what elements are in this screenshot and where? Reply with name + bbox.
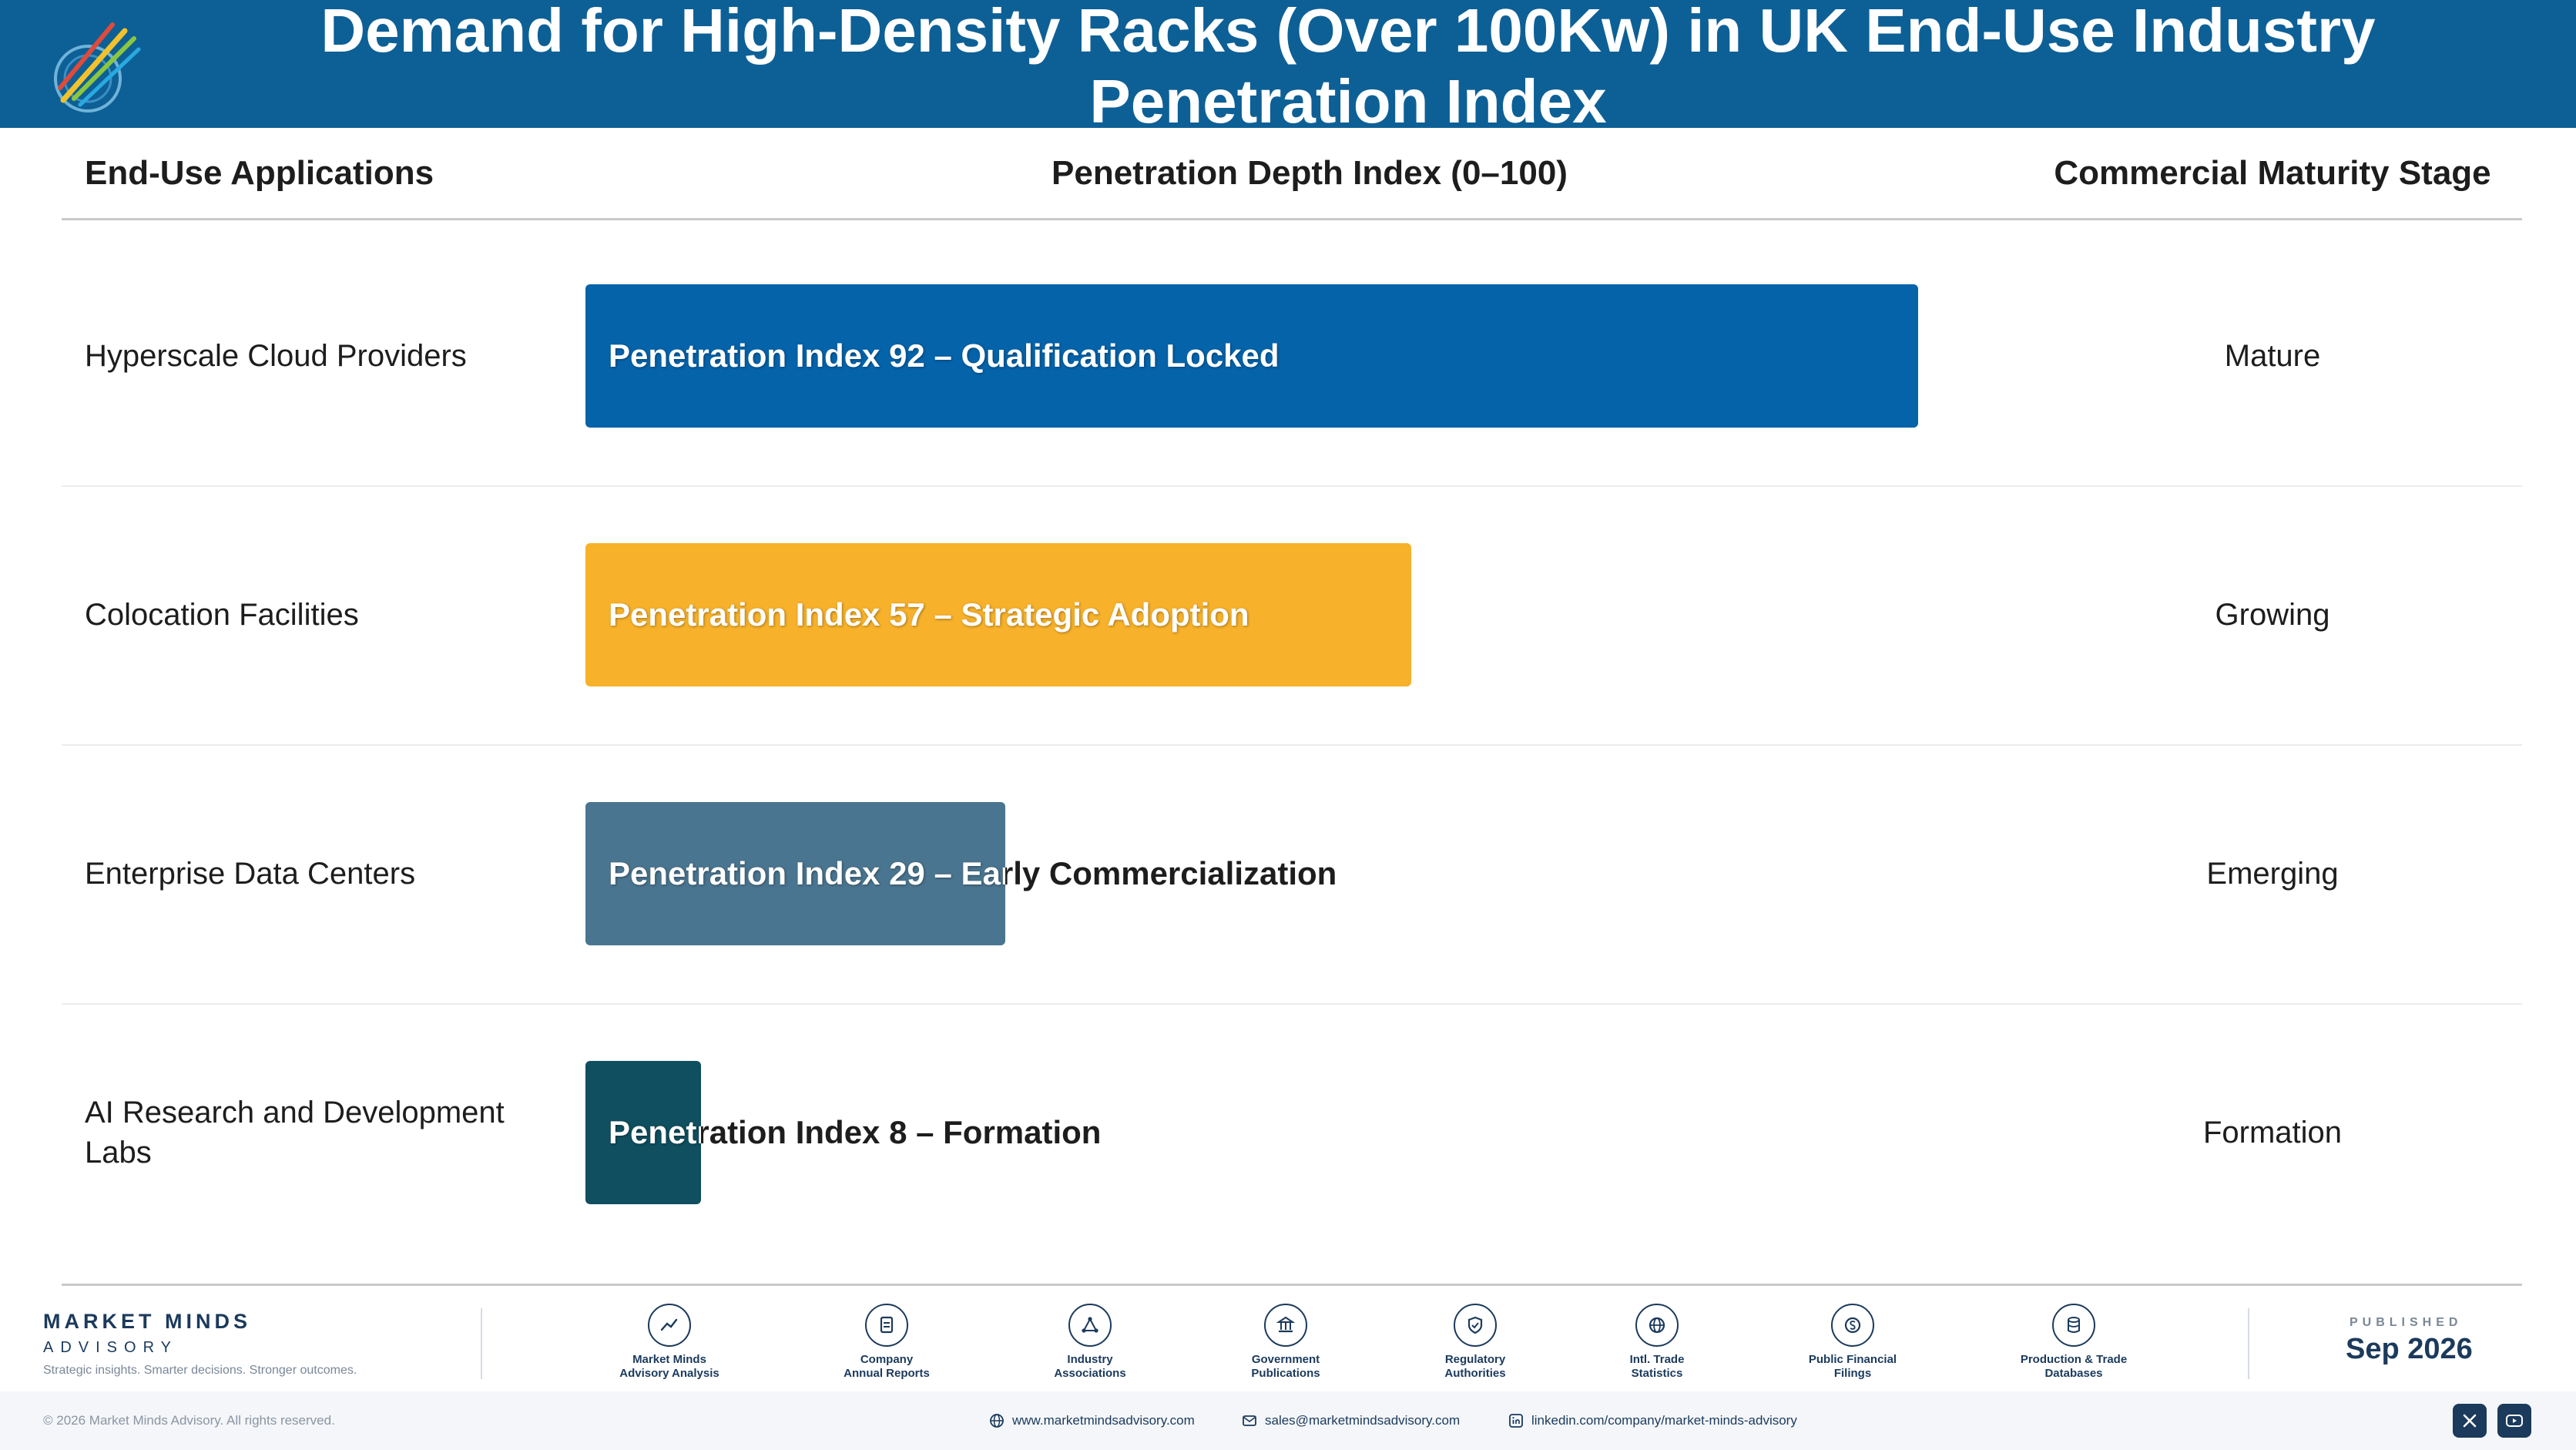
x-icon [2463, 1414, 2477, 1428]
source-label-line1: Market Minds [632, 1353, 706, 1366]
bar-data-label-inside: Penetration Index 29 – Early Commerciali… [609, 855, 1005, 891]
source-item: Production & Trade Databases [1997, 1304, 2151, 1381]
chart-title-line1: Demand for High-Density Racks (Over 100K… [320, 0, 2376, 65]
brand-name: MARKET MINDS [43, 1310, 251, 1333]
shield-icon [1454, 1304, 1497, 1347]
copyright-text: © 2026 Market Minds Advisory. All rights… [43, 1413, 335, 1428]
x-social-button[interactable] [2453, 1404, 2487, 1438]
maturity-stage: Formation [2202, 1115, 2343, 1150]
source-item: Market Minds Advisory Analysis [592, 1304, 746, 1381]
youtube-social-button[interactable] [2497, 1404, 2531, 1438]
source-label-line2: Filings [1833, 1367, 1872, 1380]
source-label: Industry Associations [1013, 1353, 1167, 1381]
source-item: Regulatory Authorities [1398, 1304, 1552, 1381]
source-label-line2: Publications [1251, 1367, 1320, 1380]
chart-icon [648, 1304, 691, 1347]
youtube-icon [2506, 1415, 2523, 1427]
column-header-depth: Penetration Depth Index (0–100) [1052, 154, 1568, 192]
source-label: Intl. Trade Statistics [1580, 1353, 1734, 1381]
footer: MARKET MINDS ADVISORY Strategic insights… [0, 1293, 2576, 1450]
globe-icon [1635, 1304, 1679, 1347]
header-divider [62, 218, 2522, 220]
building-icon [1264, 1304, 1307, 1347]
coin-icon [1831, 1304, 1874, 1347]
globe-icon [990, 1414, 1004, 1428]
linkedin-icon [1509, 1414, 1523, 1428]
category-label: Colocation Facilities [85, 598, 359, 632]
bar-data-label: Penetration Index 92 – Qualification Loc… [609, 337, 1280, 374]
maturity-stage: Emerging [2206, 856, 2339, 891]
chart-title-line2: Penetration Index [1089, 67, 1607, 136]
source-label: Company Annual Reports [810, 1353, 964, 1381]
footer-sources-band: MARKET MINDS ADVISORY Strategic insights… [0, 1293, 2576, 1391]
source-label-line2: Annual Reports [844, 1367, 930, 1380]
source-label-line1: Intl. Trade [1629, 1353, 1685, 1366]
brand-subtitle: ADVISORY [43, 1339, 178, 1356]
source-label-line2: Databases [2044, 1367, 2103, 1380]
maturity-stage: Growing [2215, 597, 2330, 632]
category-label: AI Research and Development Labs [85, 1096, 505, 1170]
source-item: Government Publications [1209, 1304, 1363, 1381]
source-label-line2: Advisory Analysis [619, 1367, 719, 1380]
source-item: Industry Associations [1013, 1304, 1167, 1381]
published-label: PUBLISHED [2350, 1316, 2463, 1329]
document-icon [865, 1304, 908, 1347]
footer-divider-right [2248, 1308, 2249, 1379]
footer-divider-left [481, 1308, 482, 1379]
source-label-line2: Authorities [1444, 1367, 1506, 1380]
website-link[interactable]: www.marketmindsadvisory.com [989, 1413, 1195, 1428]
email-link[interactable]: sales@marketmindsadvisory.com [1242, 1413, 1460, 1428]
column-header-applications: End-Use Applications [85, 154, 434, 192]
network-icon [1068, 1304, 1112, 1347]
brand-tagline: Strategic insights. Smarter decisions. S… [43, 1364, 357, 1377]
source-label-line2: Statistics [1631, 1367, 1683, 1380]
source-label-line1: Company [860, 1353, 914, 1366]
column-header-stage: Commercial Maturity Stage [2054, 154, 2491, 192]
source-label: Public Financial Filings [1776, 1353, 1930, 1381]
row-divider [62, 485, 2522, 487]
linkedin-text: linkedin.com/company/market-minds-adviso… [1531, 1413, 1797, 1428]
source-label-line2: Associations [1054, 1367, 1126, 1380]
email-text: sales@marketmindsadvisory.com [1265, 1413, 1461, 1428]
source-label-line1: Industry [1067, 1353, 1113, 1366]
website-text: www.marketmindsadvisory.com [1012, 1413, 1195, 1428]
category-label: Enterprise Data Centers [85, 857, 416, 891]
chart-title: Demand for High-Density Racks (Over 100K… [177, 0, 2519, 137]
logo-icon [54, 22, 141, 112]
source-label-line1: Government [1251, 1353, 1320, 1366]
source-label: Government Publications [1209, 1353, 1363, 1381]
source-label-line1: Regulatory [1444, 1353, 1506, 1366]
source-label-line1: Production & Trade [2020, 1353, 2128, 1366]
source-label: Regulatory Authorities [1398, 1353, 1552, 1381]
chart-bottom-divider [62, 1284, 2522, 1286]
maturity-stage: Mature [2224, 338, 2321, 373]
published-date: Sep 2026 [2346, 1333, 2473, 1365]
source-item: Public Financial Filings [1776, 1304, 1930, 1381]
linkedin-link[interactable]: linkedin.com/company/market-minds-adviso… [1508, 1413, 1797, 1428]
row-divider [62, 1003, 2522, 1005]
category-label: Hyperscale Cloud Providers [85, 339, 467, 373]
source-label-line1: Public Financial [1808, 1353, 1897, 1366]
header-banner: Demand for High-Density Racks (Over 100K… [0, 0, 2576, 136]
source-item: Intl. Trade Statistics [1580, 1304, 1734, 1381]
bar-data-label: Penetration Index 57 – Strategic Adoptio… [609, 596, 1249, 633]
source-item: Company Annual Reports [810, 1304, 964, 1381]
bar-data-label-inside: Penetration Index 8 – Formation [609, 1114, 701, 1150]
database-icon [2052, 1304, 2095, 1347]
mail-icon [1243, 1415, 1256, 1426]
row-divider [62, 744, 2522, 746]
source-label: Production & Trade Databases [1997, 1353, 2151, 1381]
source-label: Market Minds Advisory Analysis [592, 1353, 746, 1381]
